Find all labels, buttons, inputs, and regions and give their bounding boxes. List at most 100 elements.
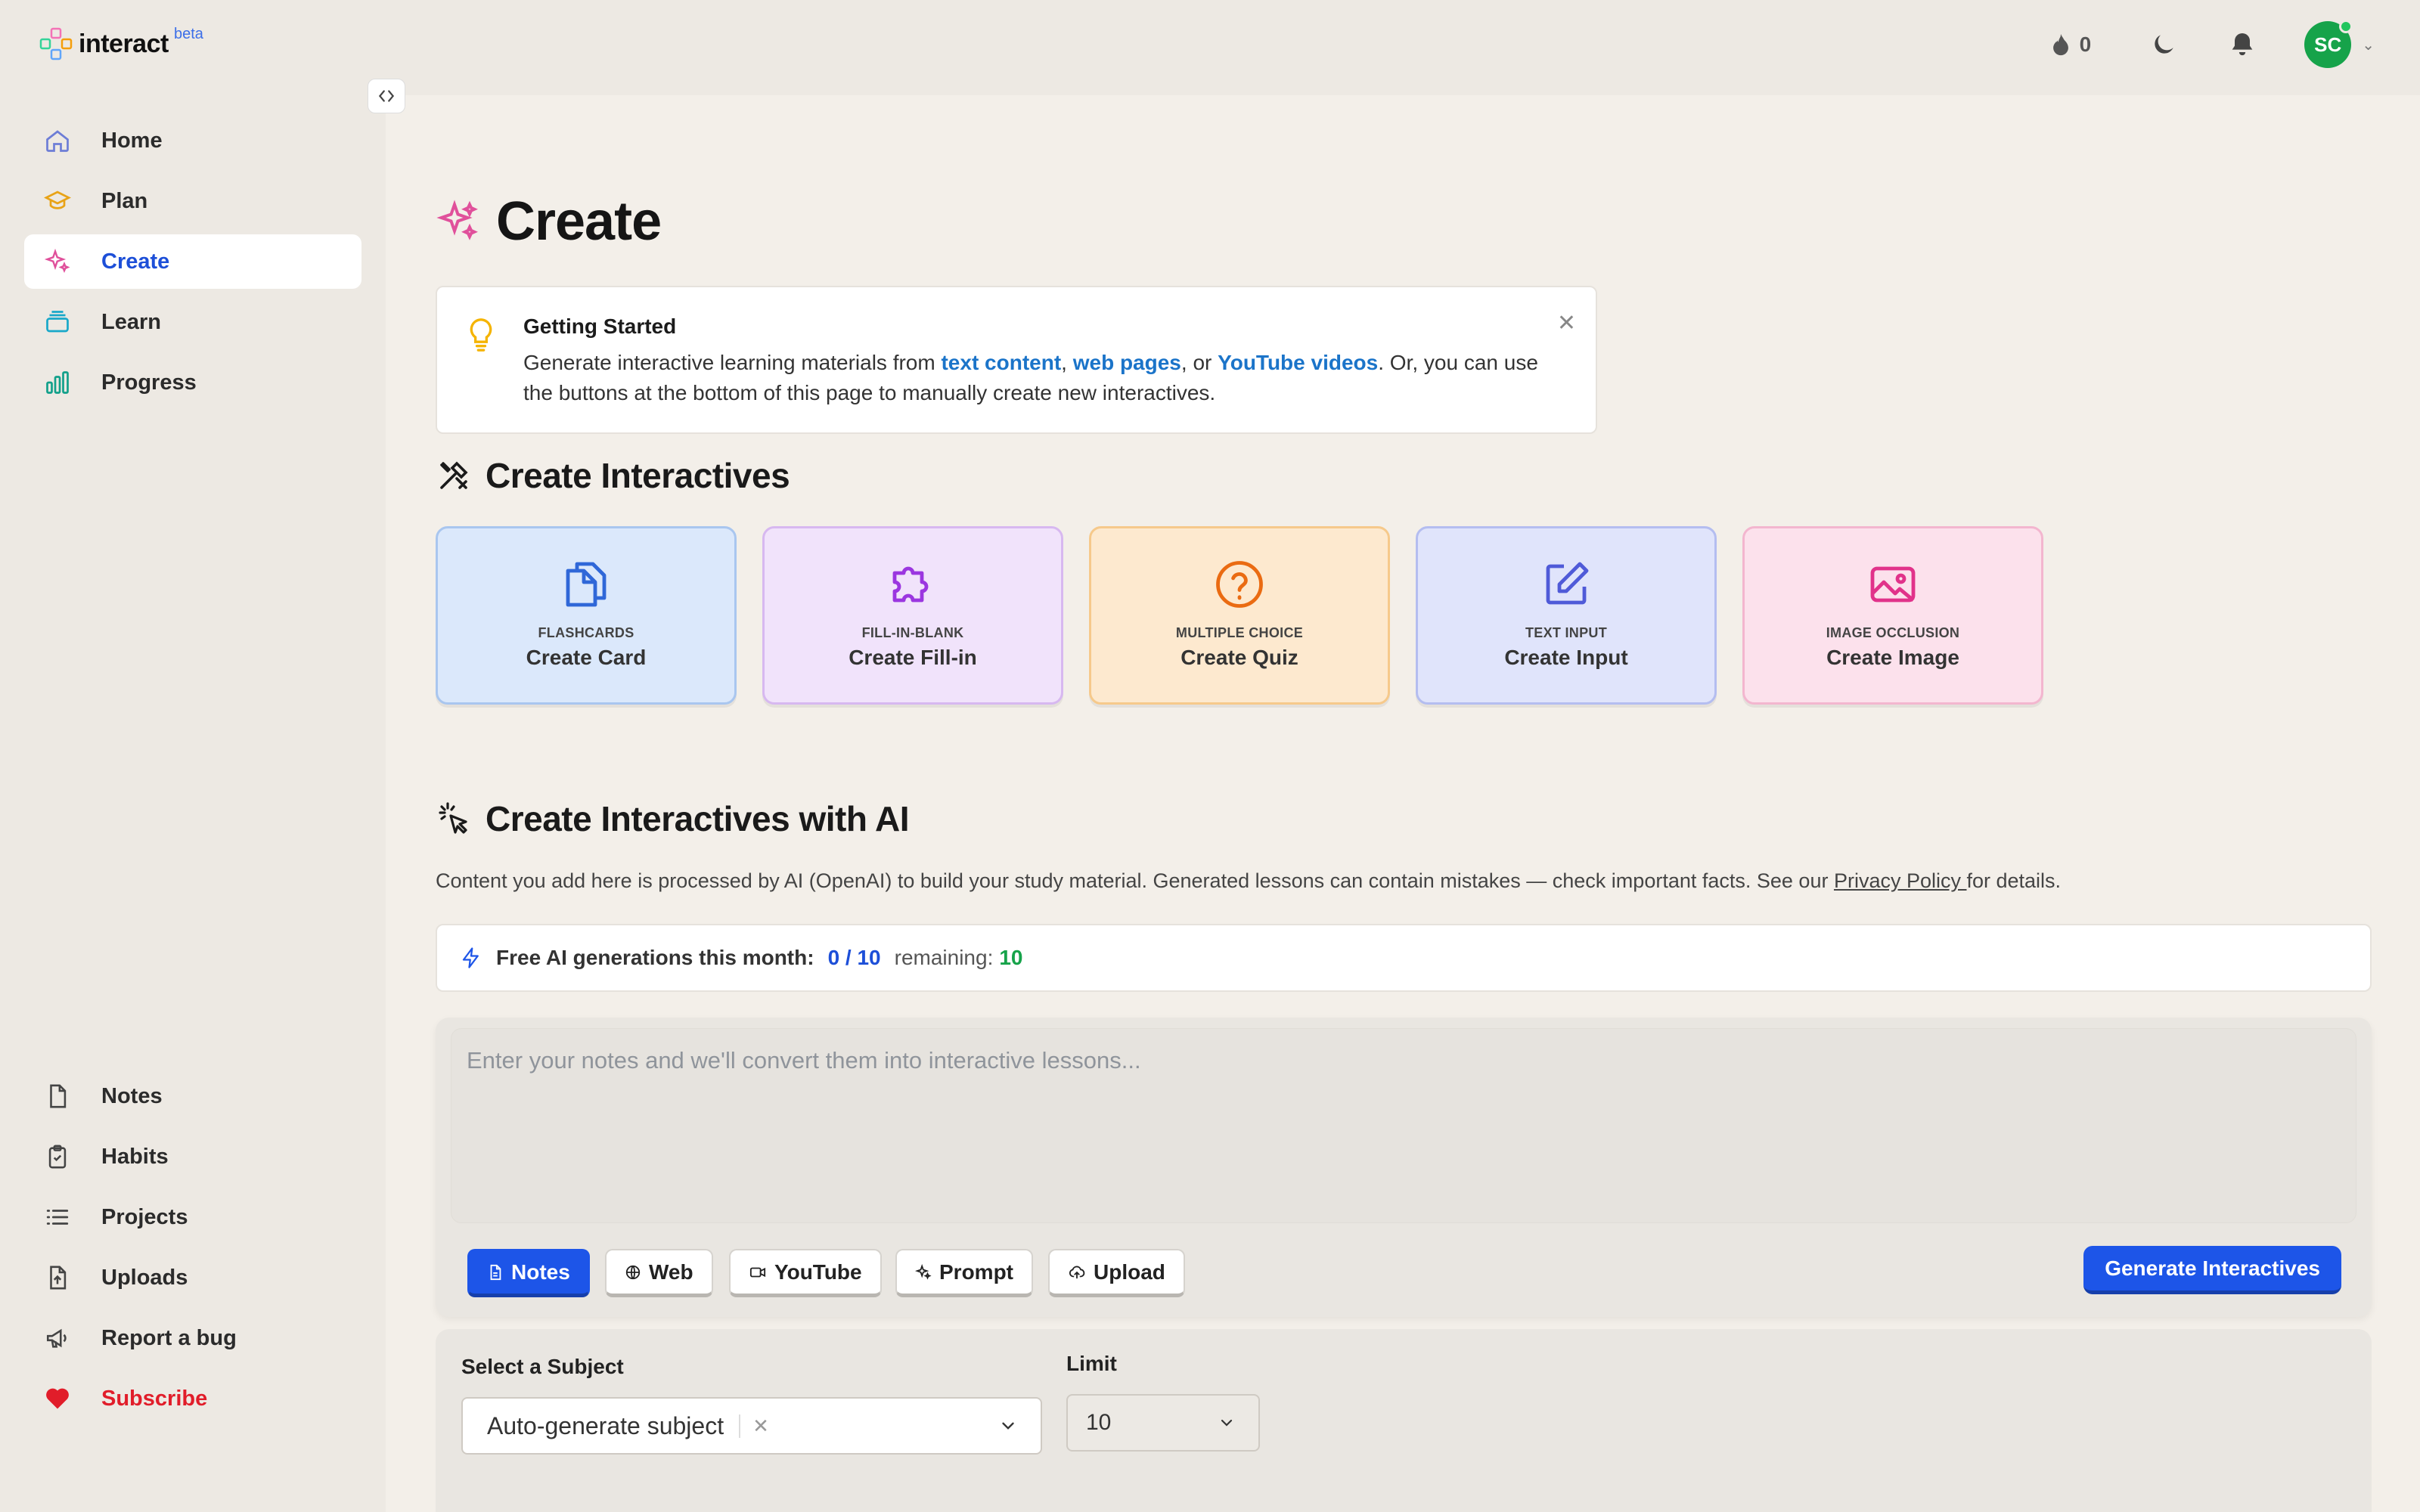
question-circle-icon bbox=[1212, 554, 1267, 615]
sidebar-item-label: Subscribe bbox=[101, 1386, 208, 1411]
clear-icon[interactable]: ✕ bbox=[739, 1414, 769, 1438]
banner-text-part: , bbox=[1061, 351, 1073, 374]
notifications-button[interactable] bbox=[2226, 28, 2259, 61]
lightbulb-icon bbox=[470, 318, 492, 352]
remaining-label: remaining: bbox=[894, 946, 994, 969]
flashcards-card[interactable]: FLASHCARDS Create Card bbox=[436, 526, 737, 705]
sidebar-item-create[interactable]: Create bbox=[24, 234, 361, 289]
dark-mode-toggle[interactable] bbox=[2147, 28, 2180, 61]
fill-in-blank-card[interactable]: FILL-IN-BLANK Create Fill-in bbox=[762, 526, 1063, 705]
copy-files-icon bbox=[559, 554, 613, 615]
app-logo[interactable]: interact beta bbox=[38, 26, 203, 62]
avatar-initials: SC bbox=[2314, 33, 2342, 56]
sidebar-item-label: Habits bbox=[101, 1144, 169, 1169]
sidebar-collapse-button[interactable] bbox=[368, 79, 405, 113]
banner-text: Generate interactive learning materials … bbox=[523, 348, 1552, 408]
youtube-videos-link[interactable]: YouTube videos bbox=[1218, 351, 1378, 374]
moon-icon bbox=[2155, 35, 2173, 54]
cloud-upload-icon bbox=[1069, 1266, 1085, 1278]
pencil-square-icon bbox=[1539, 554, 1593, 615]
sidebar-item-subscribe[interactable]: Subscribe bbox=[24, 1371, 361, 1426]
sidebar-item-habits[interactable]: Habits bbox=[24, 1129, 361, 1184]
notes-placeholder: Enter your notes and we'll convert them … bbox=[467, 1047, 1141, 1074]
streak-count: 0 bbox=[2079, 33, 2092, 56]
tab-web[interactable]: Web bbox=[605, 1249, 713, 1297]
text-input-card[interactable]: TEXT INPUT Create Input bbox=[1416, 526, 1717, 705]
create-interactives-header: Create Interactives bbox=[436, 455, 790, 496]
image-occlusion-card[interactable]: IMAGE OCCLUSION Create Image bbox=[1742, 526, 2043, 705]
sidebar-item-projects[interactable]: Projects bbox=[24, 1190, 361, 1244]
subject-select[interactable]: Auto-generate subject ✕ bbox=[461, 1397, 1042, 1455]
banner-title: Getting Started bbox=[523, 314, 677, 338]
sidebar-item-report-bug[interactable]: Report a bug bbox=[24, 1311, 361, 1365]
card-type: IMAGE OCCLUSION bbox=[1826, 625, 1960, 640]
privacy-policy-link[interactable]: Privacy Policy bbox=[1834, 869, 1967, 892]
tab-youtube[interactable]: YouTube bbox=[729, 1249, 882, 1297]
quota-label: Free AI generations this month: bbox=[496, 946, 814, 969]
card-type: FILL-IN-BLANK bbox=[861, 625, 964, 640]
code-brackets-icon bbox=[378, 90, 395, 102]
sidebar-item-plan[interactable]: Plan bbox=[24, 174, 361, 228]
sidebar-item-label: Projects bbox=[101, 1204, 188, 1229]
sidebar-item-progress[interactable]: Progress bbox=[24, 355, 361, 410]
tab-label: Notes bbox=[511, 1259, 570, 1284]
card-label: Create Quiz bbox=[1181, 646, 1298, 669]
sidebar-item-uploads[interactable]: Uploads bbox=[24, 1250, 361, 1305]
chevron-down-icon bbox=[1221, 1419, 1233, 1427]
ai-disclaimer: Content you add here is processed by AI … bbox=[436, 869, 2061, 893]
limit-select[interactable]: 10 bbox=[1066, 1394, 1260, 1452]
sidebar-item-label: Uploads bbox=[101, 1265, 188, 1290]
cursor-click-icon bbox=[439, 802, 467, 834]
file-upload-icon bbox=[42, 1263, 73, 1293]
chevron-down-icon[interactable]: ⌄ bbox=[2362, 36, 2375, 54]
megaphone-icon bbox=[42, 1323, 73, 1353]
banner-text-part: Generate interactive learning materials … bbox=[523, 351, 942, 374]
page-header: Create bbox=[436, 191, 662, 253]
multiple-choice-card[interactable]: MULTIPLE CHOICE Create Quiz bbox=[1089, 526, 1390, 705]
card-label: Create Card bbox=[526, 646, 647, 669]
card-label: Create Fill-in bbox=[849, 646, 977, 669]
close-icon[interactable]: ✕ bbox=[1557, 310, 1576, 336]
limit-value: 10 bbox=[1086, 1410, 1112, 1435]
tab-upload[interactable]: Upload bbox=[1048, 1249, 1185, 1297]
tab-notes[interactable]: Notes bbox=[467, 1249, 590, 1297]
lightning-icon bbox=[462, 947, 479, 968]
avatar[interactable]: SC bbox=[2304, 20, 2353, 68]
generate-interactives-button[interactable]: Generate Interactives bbox=[2083, 1246, 2341, 1294]
notes-textarea[interactable]: Enter your notes and we'll convert them … bbox=[451, 1028, 2356, 1223]
ai-section-header: Create Interactives with AI bbox=[436, 798, 910, 839]
tab-label: Prompt bbox=[939, 1259, 1013, 1284]
sidebar-item-learn[interactable]: Learn bbox=[24, 295, 361, 349]
sidebar-item-home[interactable]: Home bbox=[24, 113, 361, 168]
sidebar-item-label: Learn bbox=[101, 309, 161, 334]
sparkles-icon bbox=[436, 200, 478, 240]
top-bar: interact beta 0 SC ⌄ bbox=[0, 0, 2420, 95]
section-title: Create Interactives with AI bbox=[486, 799, 910, 838]
tab-prompt[interactable]: Prompt bbox=[895, 1249, 1033, 1297]
tab-label: Web bbox=[649, 1259, 693, 1284]
sidebar-item-label: Progress bbox=[101, 370, 197, 395]
streak-counter[interactable]: 0 bbox=[2048, 32, 2092, 57]
subject-value: Auto-generate subject bbox=[487, 1411, 724, 1439]
app-name: interact bbox=[79, 29, 169, 58]
home-icon bbox=[42, 125, 73, 156]
sidebar-item-label: Notes bbox=[101, 1083, 163, 1108]
chevron-down-icon bbox=[1002, 1422, 1014, 1430]
sparkles-icon bbox=[915, 1263, 932, 1280]
sidebar-item-label: Create bbox=[101, 249, 170, 274]
bar-chart-icon bbox=[42, 367, 73, 398]
sidebar-item-notes[interactable]: Notes bbox=[24, 1069, 361, 1123]
online-status-dot bbox=[2339, 20, 2353, 33]
clipboard-check-icon bbox=[42, 1142, 73, 1172]
tab-label: Upload bbox=[1094, 1259, 1165, 1284]
text-content-link[interactable]: text content bbox=[941, 351, 1061, 374]
top-right-controls: 0 SC ⌄ bbox=[2048, 20, 2375, 68]
bell-icon bbox=[2232, 33, 2253, 56]
card-label: Create Image bbox=[1826, 646, 1959, 669]
sidebar-item-label: Report a bug bbox=[101, 1325, 237, 1350]
file-icon bbox=[490, 1264, 501, 1280]
sparkles-icon bbox=[42, 246, 73, 277]
image-icon bbox=[1866, 554, 1920, 615]
banner-text-part: , or bbox=[1181, 351, 1218, 374]
web-pages-link[interactable]: web pages bbox=[1073, 351, 1181, 374]
